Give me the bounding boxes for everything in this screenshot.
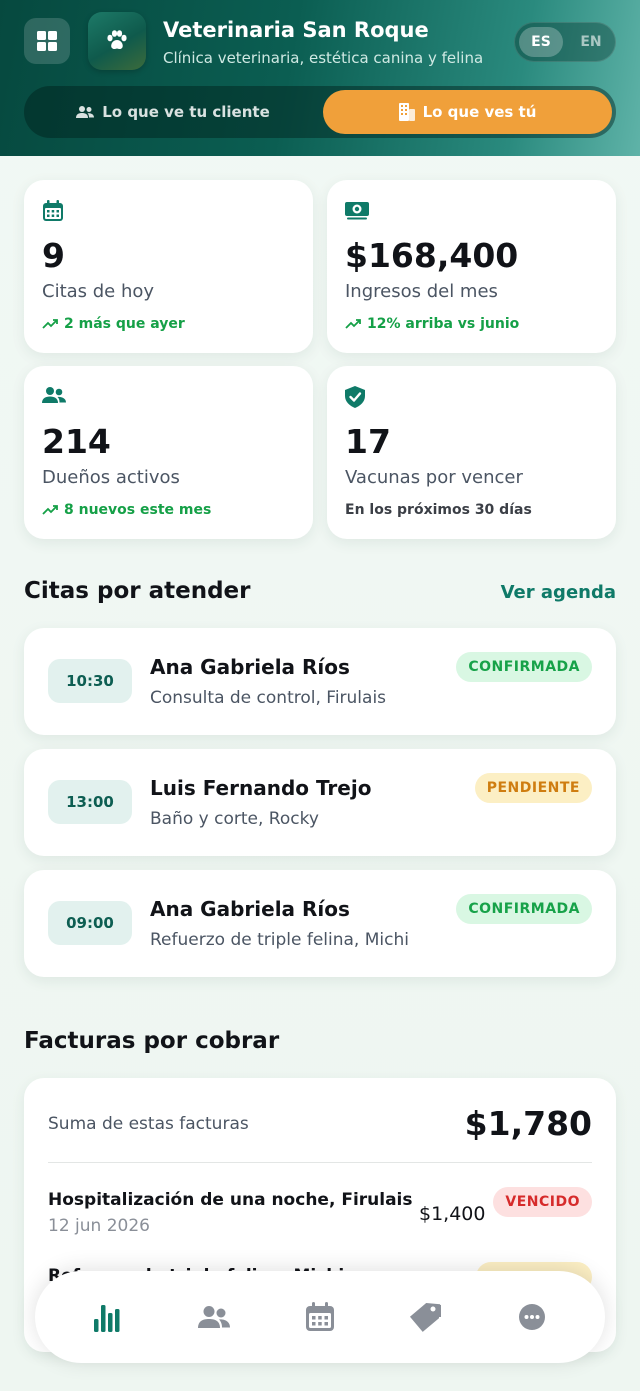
appointment-time: 10:30 xyxy=(48,659,132,703)
nav-dashboard[interactable] xyxy=(84,1293,132,1341)
stat-label: Ingresos del mes xyxy=(345,281,498,302)
stat-trend-text: 2 más que ayer xyxy=(64,316,185,332)
status-badge: VENCIDO xyxy=(493,1187,592,1217)
nav-more[interactable] xyxy=(508,1293,556,1341)
nav-calendar[interactable] xyxy=(296,1293,344,1341)
stat-card-vaccines[interactable]: 17 Vacunas por vencer En los próximos 30… xyxy=(327,366,616,539)
nav-pricing[interactable] xyxy=(402,1293,450,1341)
calendar-icon xyxy=(43,200,63,221)
stat-card-owners[interactable]: 214 Dueños activos 8 nuevos este mes xyxy=(24,366,313,539)
tag-icon xyxy=(409,1303,441,1332)
clinic-logo xyxy=(88,12,146,70)
appointment-time: 13:00 xyxy=(48,780,132,824)
view-you-label: Lo que ves tú xyxy=(422,103,537,121)
stat-trend: 8 nuevos este mes xyxy=(42,502,211,518)
invoices-title: Facturas por cobrar xyxy=(24,1028,280,1054)
money-icon xyxy=(345,202,369,220)
lang-en-button[interactable]: EN xyxy=(569,27,613,57)
invoices-sum-label: Suma de estas facturas xyxy=(48,1114,249,1134)
chart-bars-icon xyxy=(94,1305,120,1332)
view-client-tab[interactable]: Lo que ve tu cliente xyxy=(28,90,318,134)
stat-label: Vacunas por vencer xyxy=(345,467,523,488)
appointment-owner: Ana Gabriela Ríos xyxy=(150,655,350,679)
calendar-icon xyxy=(306,1302,334,1331)
people-icon xyxy=(198,1306,230,1328)
building-icon xyxy=(398,103,415,121)
appointment-card[interactable]: 10:30 Ana Gabriela Ríos Consulta de cont… xyxy=(24,628,616,735)
shield-check-icon xyxy=(345,386,365,408)
appointments-title: Citas por atender xyxy=(24,578,251,604)
trend-up-icon xyxy=(42,319,58,329)
stat-trend-text: 8 nuevos este mes xyxy=(64,502,212,518)
stat-trend: 2 más que ayer xyxy=(42,316,185,332)
nav-owners[interactable] xyxy=(190,1293,238,1341)
stat-value: 9 xyxy=(42,236,65,275)
stat-card-appointments[interactable]: 9 Citas de hoy 2 más que ayer xyxy=(24,180,313,353)
more-icon xyxy=(519,1304,545,1330)
view-client-label: Lo que ve tu cliente xyxy=(102,103,270,121)
trend-up-icon xyxy=(42,505,58,515)
stat-card-income[interactable]: $168,400 Ingresos del mes 12% arriba vs … xyxy=(327,180,616,353)
status-badge: CONFIRMADA xyxy=(456,894,592,924)
view-toggle: Lo que ve tu cliente Lo que ves tú xyxy=(24,86,616,138)
paw-icon xyxy=(107,30,127,50)
appointment-time: 09:00 xyxy=(48,901,132,945)
people-icon xyxy=(42,387,66,403)
stat-label: Citas de hoy xyxy=(42,281,155,302)
app-header: Veterinaria San Roque Clínica veterinari… xyxy=(0,0,640,156)
appointment-card[interactable]: 09:00 Ana Gabriela Ríos Refuerzo de trip… xyxy=(24,870,616,977)
clinic-name: Veterinaria San Roque xyxy=(163,18,429,42)
invoice-amount: $1,400 xyxy=(419,1203,486,1225)
appointment-description: Consulta de control, Firulais xyxy=(150,688,387,708)
stat-trend: 12% arriba vs junio xyxy=(345,316,519,332)
appointment-owner: Luis Fernando Trejo xyxy=(150,776,372,800)
appointment-description: Refuerzo de triple felina, Michi xyxy=(150,930,409,950)
view-you-tab[interactable]: Lo que ves tú xyxy=(323,90,612,134)
people-icon xyxy=(76,106,95,118)
lang-es-button[interactable]: ES xyxy=(519,27,563,57)
stat-value: 17 xyxy=(345,422,391,461)
stat-note: En los próximos 30 días xyxy=(345,502,532,518)
status-badge: CONFIRMADA xyxy=(456,652,592,682)
appointment-description: Baño y corte, Rocky xyxy=(150,809,319,829)
grid-icon xyxy=(37,31,57,51)
clinic-subtitle: Clínica veterinaria, estética canina y f… xyxy=(163,49,484,67)
divider xyxy=(48,1162,592,1163)
bottom-nav xyxy=(35,1271,605,1363)
language-toggle: ES EN xyxy=(514,22,616,62)
stat-value: 214 xyxy=(42,422,111,461)
invoice-title[interactable]: Hospitalización de una noche, Firulais xyxy=(48,1190,413,1210)
stat-label: Dueños activos xyxy=(42,467,180,488)
invoice-date: 12 jun 2026 xyxy=(48,1216,150,1236)
view-agenda-link[interactable]: Ver agenda xyxy=(501,582,616,603)
menu-button[interactable] xyxy=(24,18,70,64)
invoices-sum-value: $1,780 xyxy=(464,1104,592,1143)
appointment-owner: Ana Gabriela Ríos xyxy=(150,897,350,921)
stat-value: $168,400 xyxy=(345,236,519,275)
status-badge: PENDIENTE xyxy=(474,773,592,803)
stat-trend-text: 12% arriba vs junio xyxy=(367,316,520,332)
trend-up-icon xyxy=(345,319,361,329)
appointment-card[interactable]: 13:00 Luis Fernando Trejo Baño y corte, … xyxy=(24,749,616,856)
